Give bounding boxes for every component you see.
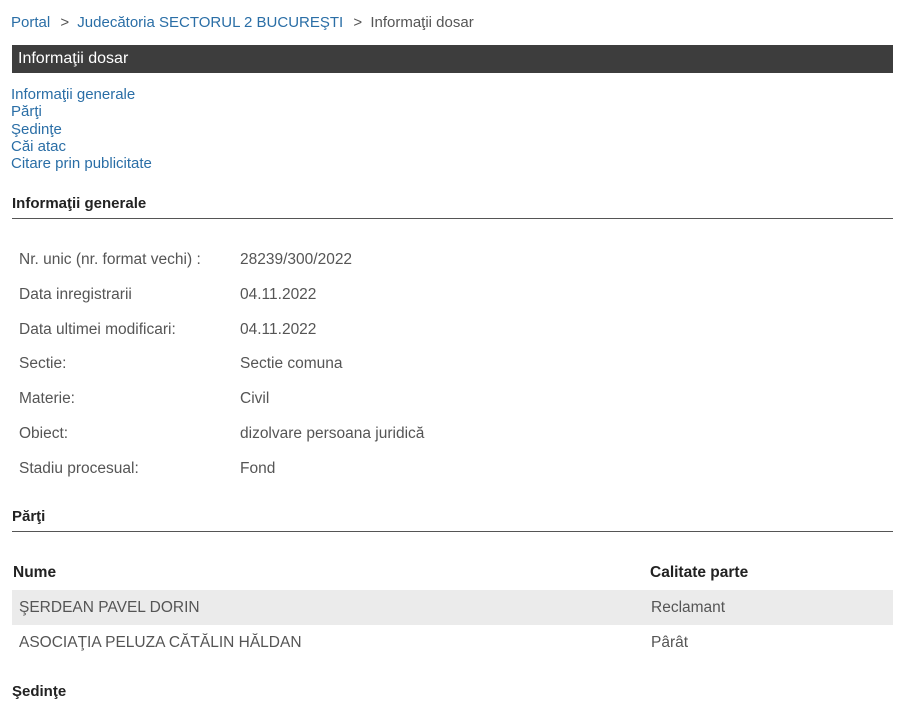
- column-header-name: Nume: [13, 564, 57, 581]
- table-of-contents: Informaţii generale Părţi Şedinţe Căi at…: [11, 86, 152, 172]
- parties-table-header: Nume Calitate parte: [12, 555, 893, 590]
- toc-link-public-summons[interactable]: Citare prin publicitate: [11, 155, 152, 172]
- info-value: Fond: [240, 459, 276, 477]
- parties-table: Nume Calitate parte ŞERDEAN PAVEL DORIN …: [12, 555, 893, 660]
- info-label: Obiect:: [19, 424, 69, 442]
- section-heading-hearings: Şedinţe: [12, 683, 67, 700]
- section-heading-general-info: Informaţii generale: [12, 195, 893, 219]
- column-header-role: Calitate parte: [650, 564, 749, 581]
- toc-link-parties[interactable]: Părţi: [11, 103, 152, 120]
- info-value: 04.11.2022: [240, 285, 317, 303]
- toc-link-appeals[interactable]: Căi atac: [11, 138, 152, 155]
- info-value: dizolvare persoana juridică: [240, 424, 425, 442]
- breadcrumb-separator: >: [353, 14, 363, 31]
- info-label: Sectie:: [19, 355, 67, 373]
- breadcrumb-separator: >: [60, 14, 70, 31]
- info-value: 04.11.2022: [240, 320, 317, 338]
- breadcrumb-court-link[interactable]: Judecătoria SECTORUL 2 BUCUREŞTI: [77, 14, 343, 31]
- breadcrumb: Portal > Judecătoria SECTORUL 2 BUCUREŞT…: [11, 14, 474, 31]
- info-label: Nr. unic (nr. format vechi) :: [19, 251, 201, 268]
- party-name: ASOCIAŢIA PELUZA CĂTĂLIN HĂLDAN: [19, 634, 302, 651]
- breadcrumb-current: Informaţii dosar: [370, 14, 474, 31]
- breadcrumb-portal-link[interactable]: Portal: [11, 14, 50, 31]
- info-label: Data ultimei modificari:: [19, 320, 176, 338]
- info-value: 28239/300/2022: [240, 251, 353, 268]
- info-label: Data inregistrarii: [19, 285, 132, 303]
- page-title-bar: Informaţii dosar: [12, 45, 893, 73]
- party-role: Pârât: [651, 634, 689, 651]
- table-row: ASOCIAŢIA PELUZA CĂTĂLIN HĂLDAN Pârât: [12, 625, 893, 660]
- toc-link-hearings[interactable]: Şedinţe: [11, 121, 152, 138]
- table-row: ŞERDEAN PAVEL DORIN Reclamant: [12, 590, 893, 625]
- party-name: ŞERDEAN PAVEL DORIN: [19, 599, 200, 616]
- info-value: Sectie comuna: [240, 355, 343, 373]
- info-label: Stadiu procesual:: [19, 459, 139, 477]
- party-role: Reclamant: [651, 599, 726, 616]
- info-value: Civil: [240, 390, 270, 408]
- toc-link-general-info[interactable]: Informaţii generale: [11, 86, 152, 103]
- section-heading-parties: Părţi: [12, 508, 893, 532]
- info-label: Materie:: [19, 390, 75, 408]
